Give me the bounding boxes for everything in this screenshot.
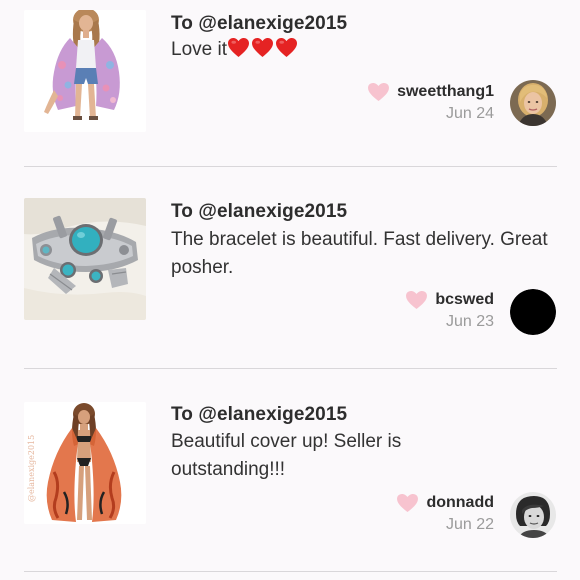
- heart-icon[interactable]: [367, 82, 390, 102]
- reviewer-username[interactable]: sweetthang1: [397, 83, 494, 101]
- review-date: Jun 24: [445, 105, 494, 122]
- reviewer-username[interactable]: donnadd: [426, 494, 494, 512]
- review-comment: The bracelet is beautiful. Fast delivery…: [171, 229, 548, 278]
- divider: [24, 166, 557, 167]
- floral-kimono-photo: [24, 10, 146, 132]
- orange-coverup-photo: @elanexige2015: [24, 402, 146, 524]
- black-circle-avatar: [510, 289, 556, 335]
- turquoise-bracelet-photo: [24, 198, 146, 320]
- review-item: To @elanexige2015 Love it sweetthang1 Ju…: [0, 0, 580, 167]
- divider: [24, 571, 557, 572]
- review-comment: Love it: [171, 36, 561, 67]
- review-comment: Beautiful cover up! Seller is outstandin…: [171, 431, 402, 480]
- listing-thumbnail[interactable]: [24, 198, 146, 320]
- red-heart-icon: [275, 37, 297, 58]
- review-meta: sweetthang1 Jun 24: [367, 80, 494, 123]
- review-comment-text: Love it: [171, 39, 227, 60]
- review-date: Jun 23: [445, 313, 494, 330]
- thumbnail-watermark: @elanexige2015: [27, 435, 36, 502]
- woman-bw-avatar: [510, 492, 556, 538]
- avatar[interactable]: [510, 80, 556, 126]
- review-recipient: To @elanexige2015: [171, 404, 348, 425]
- review-recipient: To @elanexige2015: [171, 201, 348, 222]
- review-item: To @elanexige2015 The bracelet is beauti…: [0, 168, 580, 369]
- review-meta: donnadd Jun 22: [396, 491, 494, 534]
- red-heart-emoji-group: [227, 37, 299, 67]
- avatar[interactable]: [510, 289, 556, 335]
- review-date: Jun 22: [445, 516, 494, 533]
- listing-thumbnail[interactable]: @elanexige2015: [24, 402, 146, 524]
- review-recipient: To @elanexige2015: [171, 13, 348, 34]
- avatar[interactable]: [510, 492, 556, 538]
- heart-icon[interactable]: [405, 290, 428, 310]
- heart-icon[interactable]: [396, 493, 419, 513]
- blonde-woman-avatar: [510, 80, 556, 126]
- listing-thumbnail[interactable]: [24, 10, 146, 132]
- review-item: @elanexige2015 To @elanexige2015 Beautif…: [0, 369, 580, 572]
- review-meta: bcswed Jun 23: [405, 288, 494, 331]
- review-feed: To @elanexige2015 Love it sweetthang1 Ju…: [0, 0, 580, 580]
- red-heart-icon: [227, 37, 249, 58]
- red-heart-icon: [251, 37, 273, 58]
- reviewer-username[interactable]: bcswed: [435, 291, 494, 309]
